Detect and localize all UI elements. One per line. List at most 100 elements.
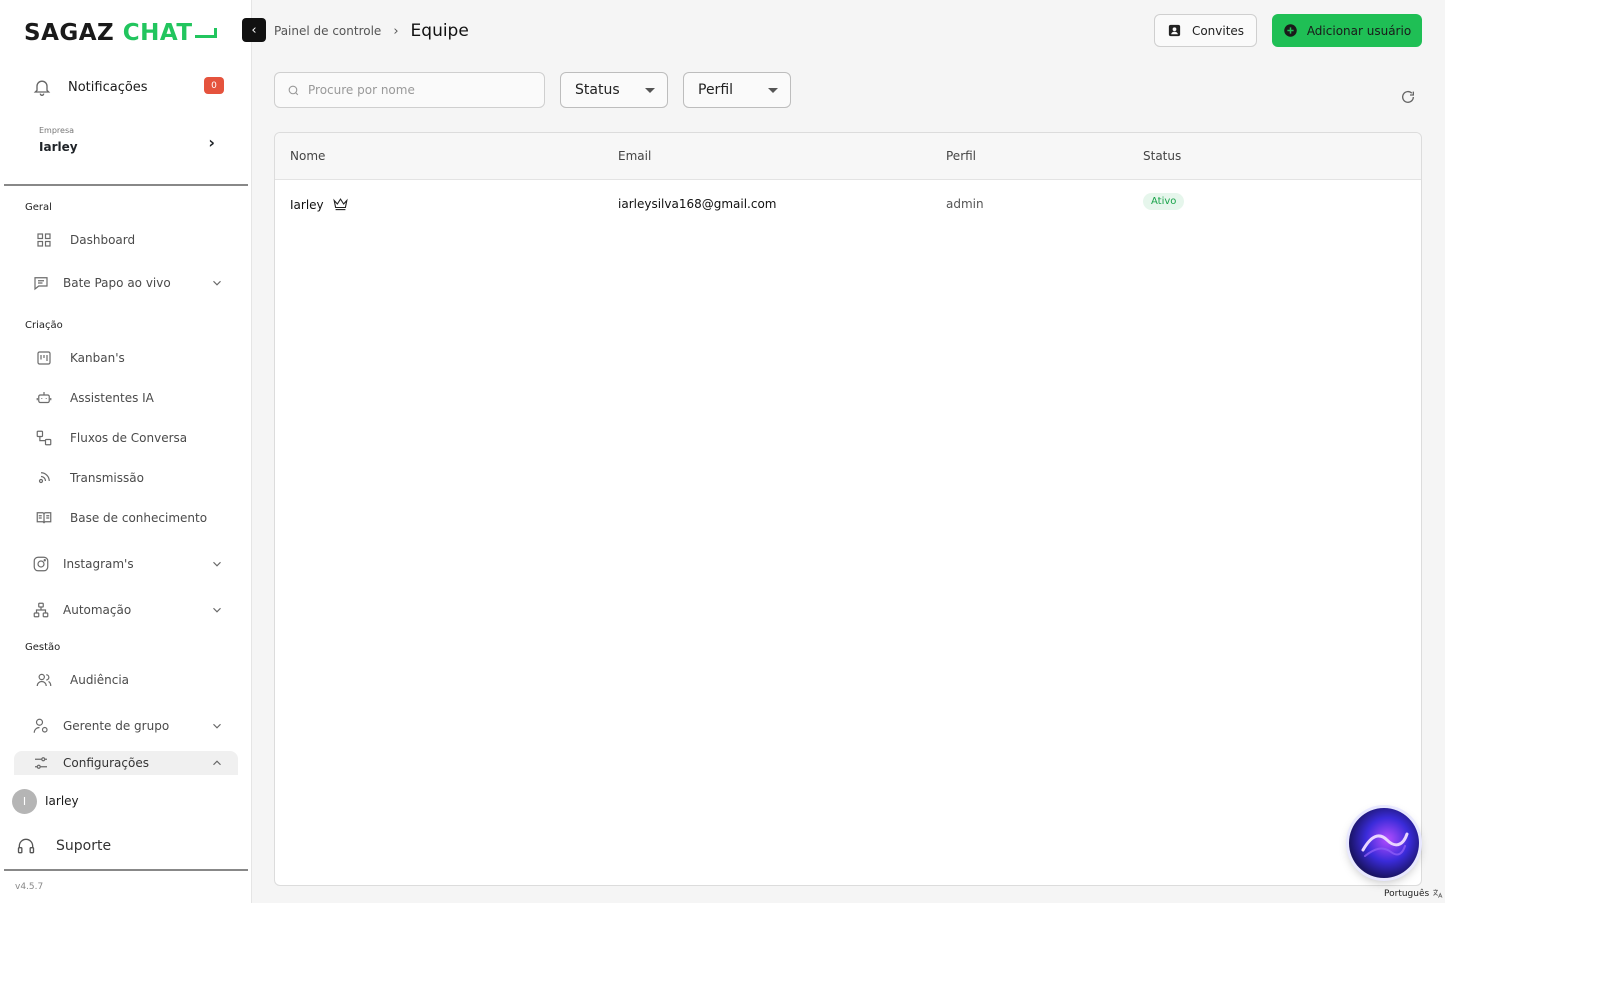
sidebar-item-label: Automação [63, 603, 132, 617]
refresh-icon[interactable] [1400, 89, 1416, 105]
page-title: Equipe [410, 21, 469, 41]
chevron-down-icon [213, 561, 221, 567]
chevron-right-icon: › [393, 23, 399, 39]
column-header-profile[interactable]: Perfil [946, 149, 976, 163]
avatar: I [12, 788, 37, 814]
add-user-button[interactable]: Adicionar usuário [1272, 14, 1422, 47]
sidebar-item-label: Assistentes IA [70, 391, 154, 405]
section-management: Gestão [25, 642, 61, 653]
sidebar-item-conversation-flows[interactable]: Fluxos de Conversa [32, 426, 224, 450]
chevron-down-icon [213, 607, 221, 613]
sidebar-item-label: Configurações [63, 756, 149, 770]
users-table: Nome Email Perfil Status Iarley iarleysi… [274, 132, 1422, 886]
search-icon [288, 85, 299, 95]
chevron-down-icon [213, 723, 221, 729]
app-version: v4.5.7 [15, 882, 44, 892]
notifications-badge: 0 [204, 77, 224, 94]
sidebar-item-dashboard[interactable]: Dashboard [32, 228, 224, 252]
add-user-label: Adicionar usuário [1306, 23, 1412, 38]
sidebar-item-label: Audiência [70, 673, 130, 687]
robot-icon [36, 392, 52, 404]
divider [4, 869, 248, 871]
app-window: SAGAZ CHAT Notificações 0 Empresa Iarley… [0, 0, 1445, 903]
sidebar-item-label: Base de conhecimento [70, 511, 208, 525]
sidebar-item-instagram[interactable]: Instagram's [32, 552, 224, 576]
profile-select-value: Perfil [698, 82, 734, 98]
sidebar-item-group-manager[interactable]: Gerente de grupo [32, 714, 224, 738]
sidebar-item-label: Kanban's [70, 351, 125, 365]
dropdown-arrow-icon [645, 88, 655, 93]
table-header: Nome Email Perfil Status [275, 133, 1421, 180]
cell-profile: admin [946, 197, 984, 211]
language-label: Português [1384, 888, 1430, 899]
sidebar-item-automation[interactable]: Automação [32, 598, 224, 622]
chevron-left-icon: ‹ [251, 22, 257, 38]
sidebar-item-label: Bate Papo ao vivo [63, 276, 171, 290]
column-header-email[interactable]: Email [618, 149, 651, 163]
dropdown-arrow-icon [768, 88, 778, 93]
divider [4, 184, 248, 186]
broadcast-icon [38, 472, 50, 484]
chat-icon [34, 277, 48, 291]
group-manager-icon [33, 718, 48, 733]
search-input[interactable] [308, 83, 528, 97]
sidebar-item-live-chat[interactable]: Bate Papo ao vivo [32, 271, 224, 295]
bell-icon [33, 80, 51, 96]
sidebar-item-label: Transmissão [70, 471, 144, 485]
company-selector[interactable]: Empresa Iarley › [39, 126, 215, 158]
column-header-name[interactable]: Nome [290, 149, 325, 163]
notifications-label: Notificações [68, 79, 148, 95]
column-header-status[interactable]: Status [1143, 149, 1181, 163]
breadcrumb: Painel de controle › Equipe [274, 20, 469, 42]
cell-name: Iarley [290, 197, 349, 212]
breadcrumb-parent[interactable]: Painel de controle [274, 24, 381, 38]
support-label: Suporte [56, 838, 112, 854]
flow-icon [36, 430, 52, 446]
sidebar-item-ai-assistants[interactable]: Assistentes IA [32, 386, 224, 410]
sidebar-item-audience[interactable]: Audiência [32, 668, 224, 692]
user-profile[interactable]: I Iarley [12, 788, 79, 814]
sidebar-item-kanban[interactable]: Kanban's [32, 346, 224, 370]
translate-icon [1433, 889, 1443, 898]
settings-icon [35, 757, 47, 769]
headset-icon [17, 838, 35, 854]
collapse-sidebar-button[interactable]: ‹ [242, 18, 266, 42]
sidebar-item-label: Dashboard [70, 233, 136, 247]
cell-email: iarleysilva168@gmail.com [618, 197, 777, 211]
plus-circle-icon [1284, 24, 1297, 37]
notifications-item[interactable]: Notificações 0 [32, 75, 224, 99]
section-general: Geral [25, 202, 52, 213]
language-selector[interactable]: Português [1384, 888, 1443, 899]
sidebar-item-settings[interactable]: Configurações [14, 751, 238, 775]
sidebar-item-label: Gerente de grupo [63, 719, 170, 733]
audience-icon [36, 673, 52, 687]
automation-icon [33, 602, 49, 618]
instagram-icon [33, 556, 49, 572]
sidebar: SAGAZ CHAT Notificações 0 Empresa Iarley… [0, 0, 252, 903]
user-name: Iarley [45, 794, 79, 808]
crown-icon [332, 198, 348, 211]
company-name: Iarley [39, 140, 78, 154]
chevron-up-icon [213, 760, 221, 766]
book-icon [36, 512, 52, 524]
table-row[interactable]: Iarley iarleysilva168@gmail.com admin At… [275, 181, 1421, 229]
profile-select[interactable]: Perfil [683, 72, 791, 108]
status-badge: Ativo [1143, 193, 1185, 210]
search-field[interactable] [274, 72, 545, 108]
kanban-icon [37, 351, 51, 365]
sidebar-item-label: Fluxos de Conversa [70, 431, 188, 445]
sidebar-item-broadcast[interactable]: Transmissão [32, 466, 224, 490]
sidebar-item-label: Instagram's [63, 557, 134, 571]
ai-assistant-orb-button[interactable] [1349, 808, 1419, 878]
support-link[interactable]: Suporte [16, 836, 111, 856]
logo: SAGAZ CHAT [24, 20, 217, 46]
status-select-value: Status [575, 82, 620, 98]
chevron-right-icon: › [208, 133, 215, 152]
invites-button[interactable]: Convites [1154, 14, 1257, 47]
sidebar-item-knowledge-base[interactable]: Base de conhecimento [32, 506, 224, 530]
status-select[interactable]: Status [560, 72, 668, 108]
chevron-down-icon [213, 280, 221, 286]
section-creation: Criação [25, 320, 63, 331]
company-caption: Empresa [39, 126, 75, 135]
dashboard-icon [37, 233, 51, 247]
